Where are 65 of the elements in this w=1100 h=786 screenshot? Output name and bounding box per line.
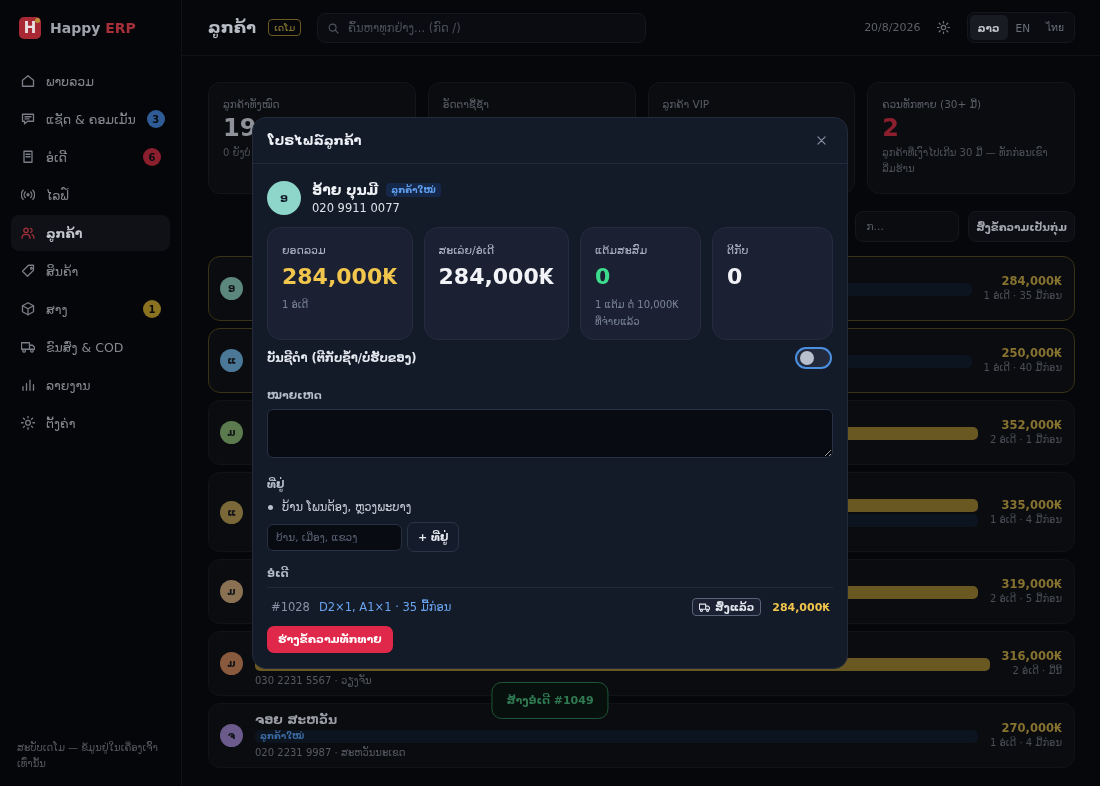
customer-meta: 1 ອໍເດີ · 35 ມື້ກ່ອນ [983,289,1062,303]
stat-label: ອັດຕາຊື້ຊ້ຳ [442,98,489,110]
customer-avatar: ຈ [220,724,243,747]
blacklist-label: ບັນຊີດຳ (ຕີກັບຊ້ຳ/ບໍ່ຮັບຂອງ) [267,351,417,365]
customer-total: 316,000₭ [1001,649,1062,664]
customer-avatar: ອ [220,277,243,300]
customer-total: 284,000₭ [1001,274,1062,289]
stat-label: ລູກຄ້າທັງໝົດ [223,98,280,110]
customer-name: ຈອຍ ສະຫວັນ [255,711,338,728]
logo-mark: H [19,17,41,39]
customer-tag: ລູກຄ້າໃໝ່ [386,182,441,197]
metric-value: 0 [727,263,743,291]
customer-avatar: ມ [220,421,243,444]
stat-note: ລູກຄ້າທີ່ເງົາໄປເກີນ 30 ມື້ — ທັກກ່ອນເຂົາລືມຮ້ານ [882,145,1049,176]
metric-label: ຍອດລວມ [282,244,326,257]
stat-note: 0 ຍັງບໍ່ [223,145,251,161]
metric-value: 0 [595,263,611,291]
order-status: ສົ່ງແລ້ວ [692,598,762,616]
stat-value: 2 [882,113,899,143]
customer-meta: 1 ອໍເດີ · 4 ມື້ກ່ອນ [989,512,1062,527]
orders-label: ອໍເດີ [267,567,833,588]
customer-meta: 1 ອໍເດີ · 40 ມື້ກ່ອນ [983,361,1062,375]
page-title: ລູກຄ້າ [208,18,257,37]
metric-label: ແຕ້ມສະສົມ [595,244,648,257]
order-total: 284,000₭ [772,600,830,614]
address-text: ບ້ານ ໂພນຕ້ອງ, ຫຼວງພະບາງ [282,500,412,514]
count-badge: 1 [143,300,161,318]
customer-contact: 030 2231 5567 · ວຽງຈັນ [255,673,372,688]
customer-name: ອ້າຍ ບຸນມີ [312,181,379,198]
customer-total: 250,000₭ [1001,346,1062,361]
order-number: #1028 [271,600,310,614]
count-badge: 6 [143,148,161,166]
stat-label: ຄວນທັກທາຍ (30+ ມື້) [882,98,982,110]
customer-phone: 020 9911 0077 [312,200,400,215]
customer-total: 319,000₭ [1001,577,1062,592]
customer-tag: ລູກຄ້າໃໝ່ [255,730,978,743]
notes-label: ໝາຍເຫດ [267,389,322,402]
metric-label: ຕີກັບ [727,244,749,257]
customer-avatar: ມ [220,580,243,603]
dialog-title: ໂປຣໄຟລ໌ລູກຄ້າ [268,133,362,148]
demo-tag: ເດໂມ [268,19,302,36]
customer-total: 352,000₭ [1001,418,1062,433]
customer-avatar: ແ [220,500,243,524]
customer-meta: 2 ອໍເດີ · ມື້ນີ້ [1012,664,1062,678]
stat-label: ລູກຄ້າ VIP [662,98,710,110]
metric-value: 284,000₭ [282,263,398,291]
customer-meta: 2 ອໍເດີ · 1 ມື້ກ່ອນ [989,433,1062,447]
metric-note: 1 ແຕ້ມ ຕໍ່ 10,000₭ ທີ່ຈ່າຍແລ້ວ [595,298,680,329]
app-name: Happy ERP [50,20,136,36]
customer-avatar: ອ [267,181,301,215]
customer-contact: 020 2231 9987 · ສະຫວັນນະເຂດ [255,745,406,760]
customer-total: 270,000₭ [1001,721,1062,736]
metric-note: 1 ອໍເດີ [282,297,309,312]
metric-value: 284,000₭ [438,263,555,291]
customer-meta: 1 ອໍເດີ · 4 ມື້ກ່ອນ [989,736,1062,750]
customer-total: 335,000₭ [1001,497,1062,513]
customer-avatar: ມ [220,652,243,675]
customer-avatar: ແ [220,349,243,372]
address-label: ທີ່ຢູ່ [267,478,285,491]
metric-label: ສະເລ່ຍ/ອໍເດີ [438,244,495,257]
count-badge: 3 [146,110,165,128]
date-text: 20/8/2026 [864,21,921,34]
toast-message: ສ້າງອໍເດີ #1049 [491,682,609,719]
sidebar-note: ສະບັບເດໂມ — ຂໍ້ມູນຢູ່ໃນເຄື່ອງເຈົ້າເທົ່ານັ້ນ [16,740,159,771]
customer-meta: 2 ອໍເດີ · 5 ມື້ກ່ອນ [989,592,1062,606]
